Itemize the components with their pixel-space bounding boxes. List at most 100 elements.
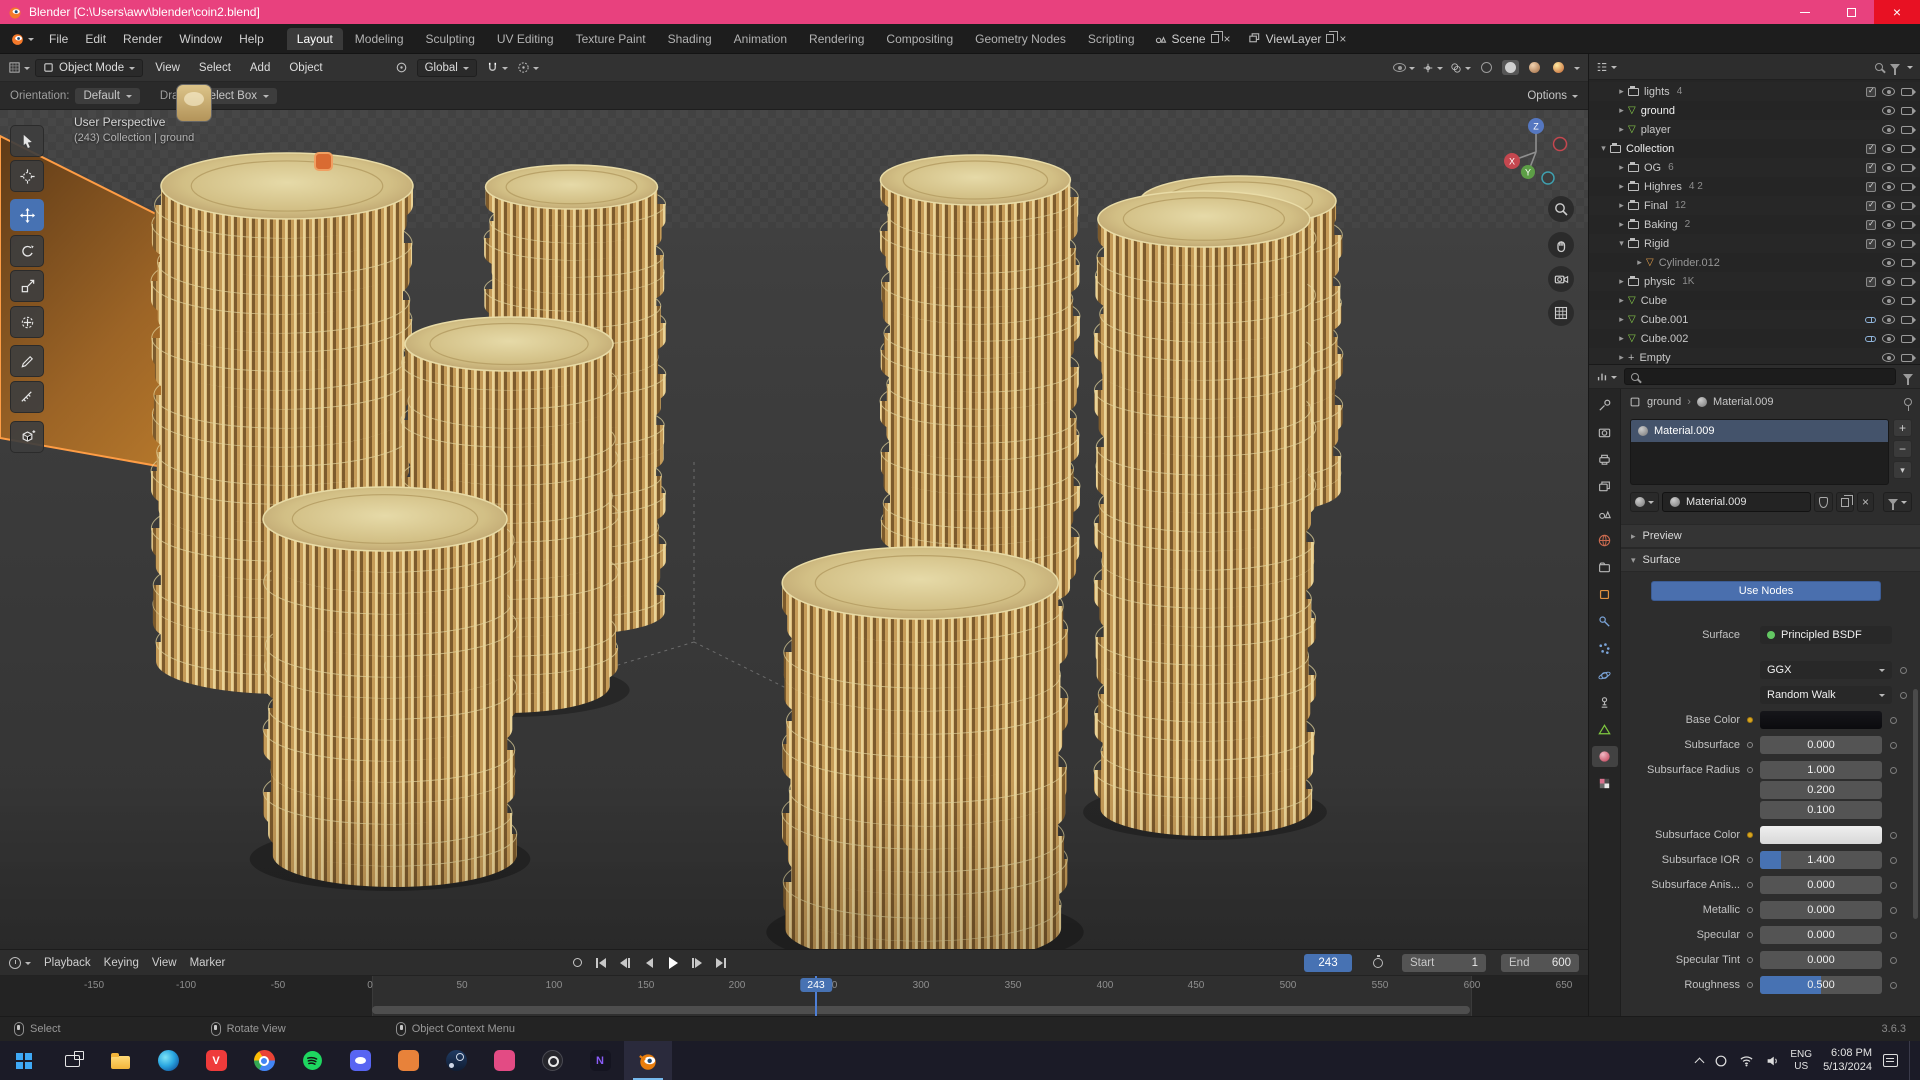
outliner-row-rigid[interactable]: Rigid xyxy=(1589,234,1920,253)
outliner-row-cube[interactable]: Cube xyxy=(1589,291,1920,310)
hide-eye-icon[interactable] xyxy=(1882,163,1895,172)
roughness-slider[interactable]: 0.500 xyxy=(1760,976,1882,994)
animate-decorator[interactable] xyxy=(1900,667,1907,674)
snap-magnet-icon[interactable] xyxy=(486,61,508,74)
new-material-button[interactable] xyxy=(1836,492,1854,512)
orientation-setting-dropdown[interactable]: Default xyxy=(75,88,139,104)
expand-caret-icon[interactable] xyxy=(1615,333,1628,344)
animate-decorator[interactable] xyxy=(1890,717,1897,724)
hide-eye-icon[interactable] xyxy=(1882,201,1895,210)
outliner-row-collection[interactable]: Collection xyxy=(1589,139,1920,158)
expand-caret-icon[interactable] xyxy=(1615,162,1628,173)
next-keyframe-button[interactable] xyxy=(688,954,706,972)
hide-eye-icon[interactable] xyxy=(1882,239,1895,248)
surface-section-header[interactable]: ▾ Surface xyxy=(1621,548,1920,572)
tab-scene[interactable] xyxy=(1592,503,1618,524)
disable-render-icon[interactable] xyxy=(1901,202,1913,210)
viewlayer-selector[interactable]: ViewLayer xyxy=(1240,32,1355,46)
hide-eye-icon[interactable] xyxy=(1882,182,1895,191)
timeline-menu-keying[interactable]: Keying xyxy=(104,957,139,969)
specular-field[interactable]: 0.000 xyxy=(1760,926,1882,944)
tray-app-icon[interactable] xyxy=(1714,1054,1728,1068)
axis-navigation-gizmo[interactable]: Z X Y xyxy=(1498,114,1574,190)
hide-eye-icon[interactable] xyxy=(1882,106,1895,115)
expand-caret-icon[interactable] xyxy=(1615,352,1628,363)
animate-decorator[interactable] xyxy=(1890,742,1897,749)
show-gizmo-toggle-icon[interactable] xyxy=(1422,62,1443,74)
steam-button[interactable] xyxy=(432,1041,480,1080)
show-overlays-toggle-icon[interactable] xyxy=(1450,62,1471,74)
rotate-tool-button[interactable] xyxy=(10,235,44,267)
show-desktop-button[interactable] xyxy=(1909,1041,1914,1080)
outliner-row-final[interactable]: Final 12 xyxy=(1589,196,1920,215)
outliner-options-icon[interactable] xyxy=(1907,66,1913,72)
animate-decorator[interactable] xyxy=(1890,982,1897,989)
transform-tool-button[interactable] xyxy=(10,306,44,338)
hide-eye-icon[interactable] xyxy=(1882,296,1895,305)
spotify-button[interactable] xyxy=(288,1041,336,1080)
preview-section-header[interactable]: ▸ Preview xyxy=(1621,524,1920,548)
tab-output[interactable] xyxy=(1592,449,1618,470)
chrome-button[interactable] xyxy=(240,1041,288,1080)
frame-end-field[interactable]: End 600 xyxy=(1501,954,1579,972)
scene-selector[interactable]: Scene xyxy=(1146,32,1239,46)
exclude-checkbox[interactable] xyxy=(1866,201,1876,211)
action-center-icon[interactable] xyxy=(1883,1054,1898,1067)
tab-render[interactable] xyxy=(1592,422,1618,443)
expand-caret-icon[interactable] xyxy=(1615,86,1628,97)
axis-negative-x-ball[interactable] xyxy=(1554,138,1567,151)
add-cube-tool-button[interactable] xyxy=(10,421,44,453)
scale-tool-button[interactable] xyxy=(10,270,44,302)
animate-decorator[interactable] xyxy=(1890,907,1897,914)
tab-texture[interactable] xyxy=(1592,773,1618,794)
pivot-point-icon[interactable] xyxy=(395,61,408,74)
volume-icon[interactable] xyxy=(1765,1054,1779,1068)
app-n-button[interactable] xyxy=(576,1041,624,1080)
hide-eye-icon[interactable] xyxy=(1882,125,1895,134)
new-scene-icon[interactable] xyxy=(1211,34,1219,43)
outliner-filter-icon[interactable] xyxy=(1890,64,1900,70)
move-tool-button[interactable] xyxy=(10,199,44,231)
edge-button[interactable] xyxy=(144,1041,192,1080)
disable-render-icon[interactable] xyxy=(1901,278,1913,286)
expand-caret-icon[interactable] xyxy=(1633,257,1646,268)
workspace-tab-modeling[interactable]: Modeling xyxy=(345,28,414,50)
minimize-button[interactable] xyxy=(1782,0,1828,24)
disable-render-icon[interactable] xyxy=(1901,164,1913,172)
tab-physics[interactable] xyxy=(1592,665,1618,686)
unlink-material-button[interactable] xyxy=(1857,492,1874,512)
jump-to-start-button[interactable] xyxy=(592,954,610,972)
taskbar-clock[interactable]: 6:08 PM 5/13/2024 xyxy=(1823,1047,1872,1075)
material-name-field[interactable]: Material.009 xyxy=(1662,492,1811,512)
exclude-checkbox[interactable] xyxy=(1866,182,1876,192)
task-view-button[interactable] xyxy=(48,1041,96,1080)
disable-render-icon[interactable] xyxy=(1901,183,1913,191)
outliner-row-cube-001[interactable]: Cube.001 xyxy=(1589,310,1920,329)
jump-to-end-button[interactable] xyxy=(712,954,730,972)
cursor-tool-button[interactable] xyxy=(10,160,44,192)
vivaldi-button[interactable] xyxy=(192,1041,240,1080)
zoom-button[interactable] xyxy=(1548,196,1574,222)
properties-scrollbar[interactable] xyxy=(1913,689,1918,919)
remove-slot-button[interactable] xyxy=(1893,440,1912,458)
editor-type-button[interactable] xyxy=(8,61,30,74)
play-reverse-button[interactable] xyxy=(640,954,658,972)
use-nodes-button[interactable]: Use Nodes xyxy=(1651,581,1881,601)
material-filter-button[interactable] xyxy=(1883,492,1912,512)
slot-specials-button[interactable] xyxy=(1893,461,1912,479)
subsurface-color-swatch[interactable] xyxy=(1760,826,1882,844)
prev-keyframe-button[interactable] xyxy=(616,954,634,972)
hide-eye-icon[interactable] xyxy=(1882,258,1895,267)
disable-render-icon[interactable] xyxy=(1901,221,1913,229)
camera-view-button[interactable] xyxy=(1548,266,1574,292)
animate-decorator[interactable] xyxy=(1890,882,1897,889)
animate-decorator[interactable] xyxy=(1890,857,1897,864)
animate-decorator[interactable] xyxy=(1890,767,1897,774)
collapse-caret-icon[interactable] xyxy=(1597,143,1610,154)
discord-button[interactable] xyxy=(336,1041,384,1080)
tab-collection[interactable] xyxy=(1592,557,1618,578)
proportional-editing-icon[interactable] xyxy=(517,61,539,74)
properties-filter-icon[interactable] xyxy=(1903,374,1913,380)
disable-render-icon[interactable] xyxy=(1901,88,1913,96)
outliner-row-cube-002[interactable]: Cube.002 xyxy=(1589,329,1920,348)
